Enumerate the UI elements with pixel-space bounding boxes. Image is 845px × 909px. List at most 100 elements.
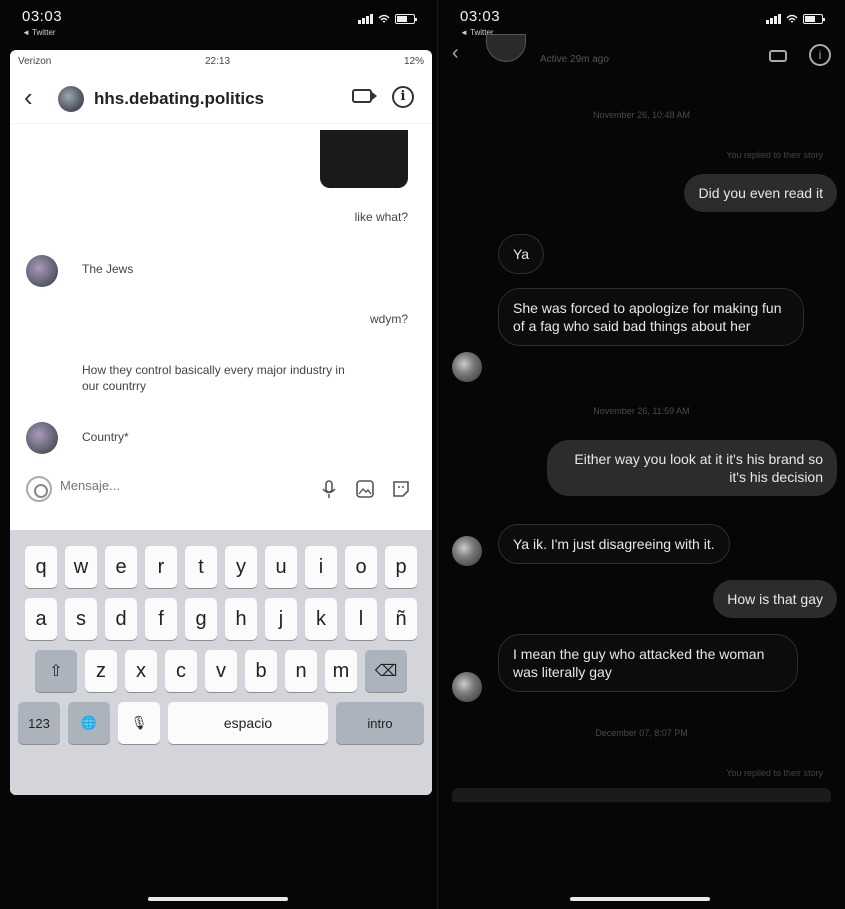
sticker-icon[interactable]: [390, 478, 412, 500]
replied-to-story-note: You replied to their story: [726, 768, 823, 778]
message-incoming[interactable]: Ya: [498, 234, 545, 274]
key-f[interactable]: f: [145, 598, 177, 640]
key-h[interactable]: h: [225, 598, 257, 640]
sender-avatar[interactable]: [452, 352, 482, 382]
message-outgoing: like what?: [354, 210, 408, 224]
key-a[interactable]: a: [25, 598, 57, 640]
chat-title[interactable]: hhs.debating.politics: [94, 89, 264, 109]
key-b[interactable]: b: [245, 650, 277, 692]
date-separator: December 07, 8:07 PM: [595, 728, 688, 738]
space-key[interactable]: espacio: [168, 702, 328, 744]
key-m[interactable]: m: [325, 650, 357, 692]
key-l[interactable]: l: [345, 598, 377, 640]
key-p[interactable]: p: [385, 546, 417, 588]
right-phone-screenshot: 03:03 ◄ Twitter ‹ Active 29m ago i Novem…: [437, 0, 845, 909]
key-z[interactable]: z: [85, 650, 117, 692]
keyboard-row-2: asdfghjklñ: [10, 598, 432, 640]
battery-icon: [803, 14, 825, 24]
sender-avatar[interactable]: [452, 536, 482, 566]
keyboard-row-1: qwertyuiop: [10, 546, 432, 588]
message-outgoing[interactable]: Did you even read it: [684, 174, 837, 212]
shift-key[interactable]: ⇧: [35, 650, 77, 692]
carrier-label: Verizon: [18, 56, 52, 67]
gallery-icon[interactable]: [354, 478, 376, 500]
inner-clock: 22:13: [205, 56, 231, 67]
sender-avatar[interactable]: [26, 255, 58, 287]
message-incoming[interactable]: She was forced to apologize for making f…: [498, 288, 804, 346]
numbers-key[interactable]: 123: [18, 702, 60, 744]
message-input[interactable]: [60, 478, 260, 493]
message-incoming[interactable]: Ya ik. I'm just disagreeing with it.: [498, 524, 730, 564]
inner-battery-label: 12%: [403, 56, 424, 67]
back-chevron-icon[interactable]: ‹: [24, 84, 33, 110]
signal-icon: [766, 14, 781, 24]
avatar[interactable]: [58, 86, 84, 112]
chat-header: ‹ hhs.debating.politics i: [10, 72, 432, 124]
chat-header: ‹ Active 29m ago i: [438, 34, 845, 80]
message-incoming: How they control basically every major i…: [82, 363, 345, 393]
message-outgoing[interactable]: How is that gay: [713, 580, 837, 618]
camera-icon[interactable]: [26, 476, 52, 502]
key-s[interactable]: s: [65, 598, 97, 640]
message-incoming: The Jews: [82, 262, 134, 276]
inner-status-bar: Verizon 22:13 12%: [10, 50, 432, 72]
key-d[interactable]: d: [105, 598, 137, 640]
video-call-icon[interactable]: [352, 89, 377, 103]
message-incoming[interactable]: I mean the guy who attacked the woman wa…: [498, 634, 798, 692]
message-incoming: Country*: [82, 430, 129, 444]
keyboard-row-4: 123 🌐 🎙 espacio intro: [10, 702, 432, 744]
delete-key[interactable]: ⌫: [365, 650, 407, 692]
status-time: 03:03: [22, 8, 63, 25]
onscreen-keyboard: qwertyuiop asdfghjklñ ⇧ zxcvbnm ⌫ 123 🌐 …: [10, 530, 432, 795]
battery-icon: [395, 14, 417, 24]
return-key[interactable]: intro: [336, 702, 424, 744]
story-reply-preview[interactable]: [452, 788, 831, 802]
video-call-icon[interactable]: [769, 50, 787, 62]
date-separator: November 26, 11:59 AM: [593, 406, 690, 416]
key-w[interactable]: w: [65, 546, 97, 588]
microphone-icon[interactable]: [318, 478, 340, 500]
replied-to-story-note: You replied to their story: [726, 150, 823, 160]
key-t[interactable]: t: [185, 546, 217, 588]
key-k[interactable]: k: [305, 598, 337, 640]
home-indicator[interactable]: [570, 897, 710, 901]
key-n[interactable]: n: [285, 650, 317, 692]
shared-post-thumbnail[interactable]: [320, 130, 408, 188]
info-icon[interactable]: i: [809, 44, 831, 66]
key-j[interactable]: j: [265, 598, 297, 640]
sender-avatar[interactable]: [26, 422, 58, 454]
keyboard-row-3-letters: zxcvbnm: [85, 650, 357, 692]
key-y[interactable]: y: [225, 546, 257, 588]
message-outgoing[interactable]: Either way you look at it it's his brand…: [547, 440, 837, 496]
key-u[interactable]: u: [265, 546, 297, 588]
key-q[interactable]: q: [25, 546, 57, 588]
key-v[interactable]: v: [205, 650, 237, 692]
left-phone-screenshot: 03:03 ◄ Twitter Verizon 22:13 12% ‹ hhs.…: [0, 0, 437, 909]
key-g[interactable]: g: [185, 598, 217, 640]
key-ñ[interactable]: ñ: [385, 598, 417, 640]
home-indicator[interactable]: [148, 897, 288, 901]
key-x[interactable]: x: [125, 650, 157, 692]
back-chevron-icon[interactable]: ‹: [452, 42, 459, 65]
back-to-app-link[interactable]: ◄ Twitter: [22, 28, 56, 37]
key-r[interactable]: r: [145, 546, 177, 588]
key-i[interactable]: i: [305, 546, 337, 588]
signal-icon: [358, 14, 373, 24]
status-bar: 03:03 ◄ Twitter: [0, 0, 437, 46]
sender-avatar[interactable]: [452, 672, 482, 702]
dictation-key[interactable]: 🎙: [118, 702, 160, 744]
instagram-dm-screen: Verizon 22:13 12% ‹ hhs.debating.politic…: [10, 50, 432, 795]
keyboard-row-3: ⇧ zxcvbnm ⌫: [10, 650, 432, 692]
globe-key[interactable]: 🌐: [68, 702, 110, 744]
active-status: Active 29m ago: [540, 54, 609, 65]
info-icon[interactable]: i: [392, 86, 414, 108]
status-icons: [358, 14, 417, 24]
date-separator: November 26, 10:48 AM: [592, 110, 691, 120]
status-time: 03:03: [460, 8, 501, 25]
key-e[interactable]: e: [105, 546, 137, 588]
key-c[interactable]: c: [165, 650, 197, 692]
avatar[interactable]: [486, 34, 526, 62]
wifi-icon: [786, 14, 798, 23]
status-icons: [766, 14, 825, 24]
key-o[interactable]: o: [345, 546, 377, 588]
